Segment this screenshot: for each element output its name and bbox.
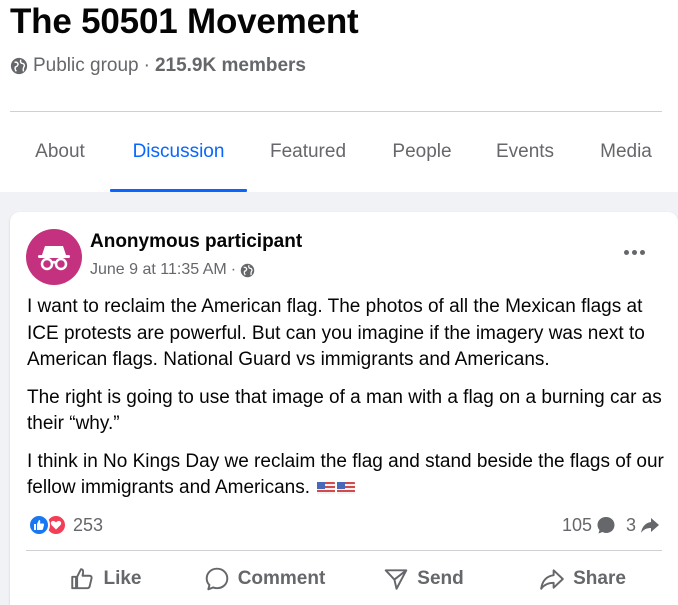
separator: ·: [230, 261, 237, 278]
group-meta: Public group · 215.9K members: [10, 54, 306, 78]
group-title[interactable]: The 50501 Movement: [10, 2, 359, 42]
post-paragraph-last: I think in No Kings Day we reclaim the f…: [27, 449, 667, 502]
tab-about[interactable]: About: [22, 120, 98, 192]
us-flag-icon: [337, 482, 356, 494]
incognito-icon: [38, 246, 70, 271]
comment-button[interactable]: Comment: [185, 559, 344, 599]
comment-bubble-icon: [597, 517, 615, 534]
post-actions: Like Comment Send Share: [26, 559, 662, 599]
tab-label: Featured: [269, 141, 347, 162]
avatar[interactable]: [26, 229, 82, 285]
share-button[interactable]: Share: [503, 559, 662, 599]
member-count[interactable]: 215.9K members: [155, 55, 306, 77]
send-button[interactable]: Send: [344, 559, 503, 599]
globe-icon: [10, 57, 28, 75]
tab-label: About: [35, 141, 85, 162]
post-body: I want to reclaim the American flag. The…: [27, 294, 667, 513]
tab-events[interactable]: Events: [486, 120, 564, 192]
post-card: Anonymous participant June 9 at 11:35 AM…: [10, 212, 678, 605]
share-icon: [540, 569, 564, 590]
tab-label: Media: [600, 141, 652, 162]
tab-label: Discussion: [132, 141, 225, 162]
reaction-count: 253: [73, 514, 104, 535]
tab-label: Events: [495, 141, 555, 162]
separator: ·: [143, 55, 150, 76]
tab-people[interactable]: People: [380, 120, 464, 192]
privacy-label: Public group: [33, 55, 139, 76]
globe-icon: [240, 263, 255, 277]
share-label: Share: [573, 568, 626, 589]
dot: [631, 249, 637, 255]
post-timestamp[interactable]: June 9 at 11:35 AM: [90, 261, 227, 279]
comment-label: Comment: [237, 568, 326, 589]
send-label: Send: [417, 568, 464, 589]
post-paragraph: I want to reclaim the American flag. The…: [27, 296, 645, 370]
thumbs-up-icon: [71, 568, 94, 590]
group-header: The 50501 Movement Public group · 215.9K…: [0, 0, 678, 192]
like-reaction-icon: [28, 514, 50, 536]
reactions-summary[interactable]: 253: [28, 513, 103, 537]
like-label: Like: [103, 568, 142, 589]
send-icon: [384, 569, 408, 590]
tab-media[interactable]: Media: [588, 120, 664, 192]
comment-icon: [205, 567, 228, 591]
more-options-button[interactable]: [616, 240, 652, 264]
post-author[interactable]: Anonymous participant: [90, 231, 302, 253]
like-button[interactable]: Like: [26, 559, 185, 599]
divider: [26, 550, 662, 551]
tab-featured[interactable]: Featured: [258, 120, 358, 192]
post-paragraph: The right is going to use that image of …: [27, 386, 662, 435]
us-flag-icon: [317, 482, 336, 494]
post-stats: 105 3: [562, 513, 660, 537]
divider: [10, 111, 662, 112]
tab-discussion[interactable]: Discussion: [110, 120, 247, 192]
comment-count[interactable]: 105: [562, 515, 592, 536]
share-arrow-icon: [641, 518, 659, 533]
dot: [639, 249, 645, 255]
post-meta: June 9 at 11:35 AM ·: [90, 260, 255, 280]
tab-label: People: [392, 141, 452, 162]
group-tabs: About Discussion Featured People Events …: [0, 120, 678, 192]
share-count[interactable]: 3: [626, 515, 636, 536]
dot: [623, 249, 629, 255]
